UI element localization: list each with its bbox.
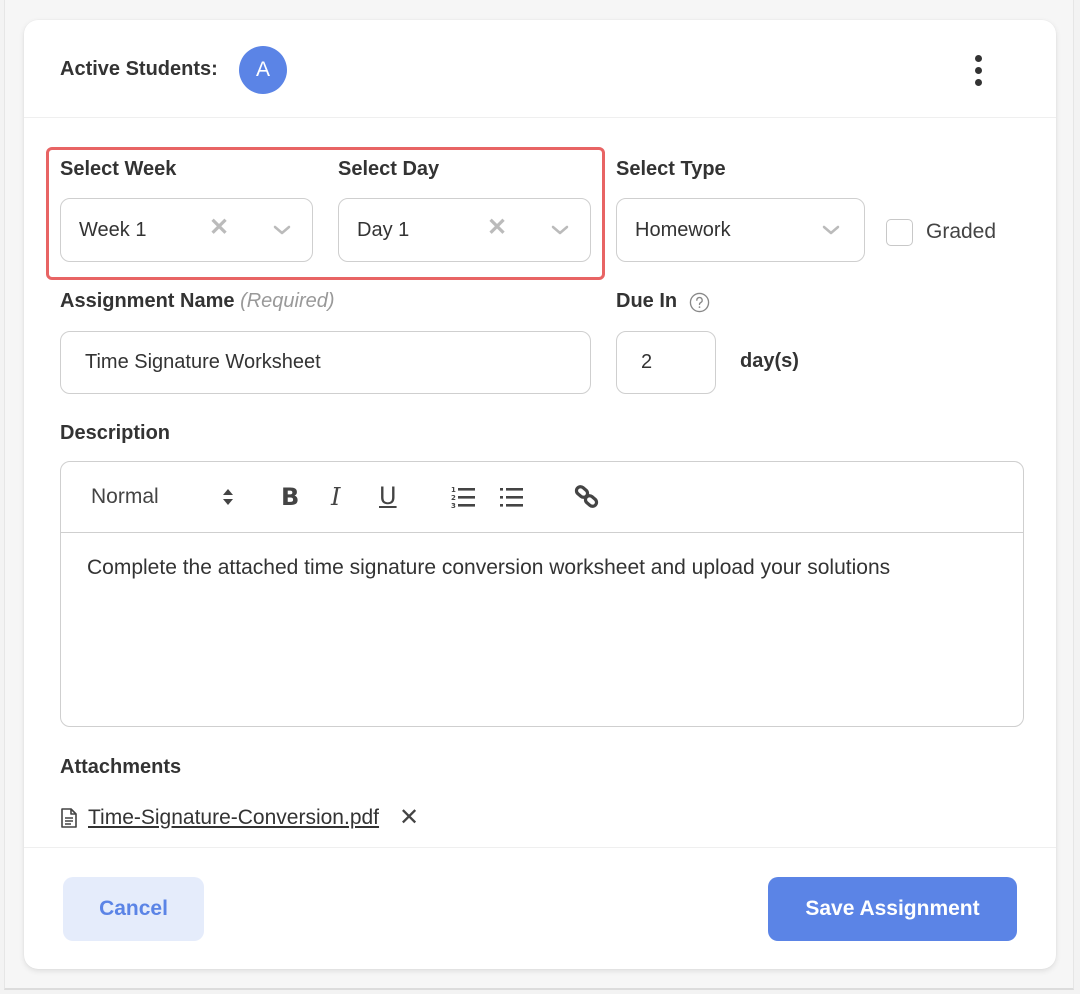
select-week-dropdown[interactable]: Week 1 ✕ [60,198,313,262]
italic-button[interactable]: I [331,483,340,511]
avatar-initial: A [255,58,270,81]
attachment-item: Time-Signature-Conversion.pdf ✕ [60,806,419,830]
clear-day-icon[interactable]: ✕ [487,216,507,240]
assignment-dialog: Active Students: A Select Week Week 1 ✕ … [24,20,1056,969]
ordered-list-icon[interactable]: 1 2 3 [451,484,477,510]
bullet-list-icon[interactable] [499,484,525,510]
assignment-name-input[interactable] [60,331,591,394]
assignment-name-label-text: Assignment Name [60,290,235,312]
underline-button[interactable]: U [379,482,397,510]
more-options-button[interactable] [966,50,990,90]
select-type-dropdown[interactable]: Homework [616,198,865,262]
description-label: Description [60,422,171,444]
select-day-label: Select Day [338,158,440,180]
remove-attachment-icon[interactable]: ✕ [399,806,419,830]
graded-label: Graded [926,220,997,243]
chevron-down-icon [822,225,840,235]
kebab-vertical-icon [974,54,982,62]
description-editor: Normal B I U 1 2 3 Complete the attached… [60,461,1024,727]
format-select[interactable]: Normal [91,485,159,509]
bold-button[interactable]: B [281,483,299,511]
clear-week-icon[interactable]: ✕ [209,216,229,240]
svg-text:3: 3 [451,502,456,510]
required-hint: (Required) [240,290,335,312]
select-type-value: Homework [635,219,731,241]
cancel-button[interactable]: Cancel [63,877,204,941]
select-week-value: Week 1 [79,219,147,241]
due-in-days-input[interactable] [616,331,716,394]
question-circle-icon[interactable] [689,292,710,313]
attachment-link[interactable]: Time-Signature-Conversion.pdf [88,806,379,830]
select-day-dropdown[interactable]: Day 1 ✕ [338,198,591,262]
chevron-down-icon [273,225,291,235]
svg-text:2: 2 [451,494,456,502]
description-text-area[interactable]: Complete the attached time signature con… [87,554,1003,581]
chevron-down-icon [551,225,569,235]
updown-arrows-icon[interactable] [221,486,235,508]
link-icon[interactable] [573,483,601,511]
svg-text:1: 1 [451,486,456,494]
select-day-value: Day 1 [357,219,410,241]
kebab-dot [974,78,982,86]
save-assignment-button[interactable]: Save Assignment [768,877,1017,941]
file-document-icon [61,808,77,828]
editor-toolbar: Normal B I U 1 2 3 [61,462,1023,533]
assignment-name-label: Assignment Name (Required) [60,290,335,313]
due-in-unit: day(s) [740,350,799,372]
attachments-label: Attachments [60,756,182,778]
kebab-dot [974,66,982,74]
active-students-label: Active Students: [60,58,218,80]
due-in-label: Due In [616,290,678,312]
graded-checkbox[interactable] [886,219,913,246]
dialog-header: Active Students: A [24,20,1056,118]
select-type-label: Select Type [616,158,726,180]
footer-divider [24,847,1056,848]
student-avatar[interactable]: A [239,46,287,94]
select-week-label: Select Week [60,158,177,180]
